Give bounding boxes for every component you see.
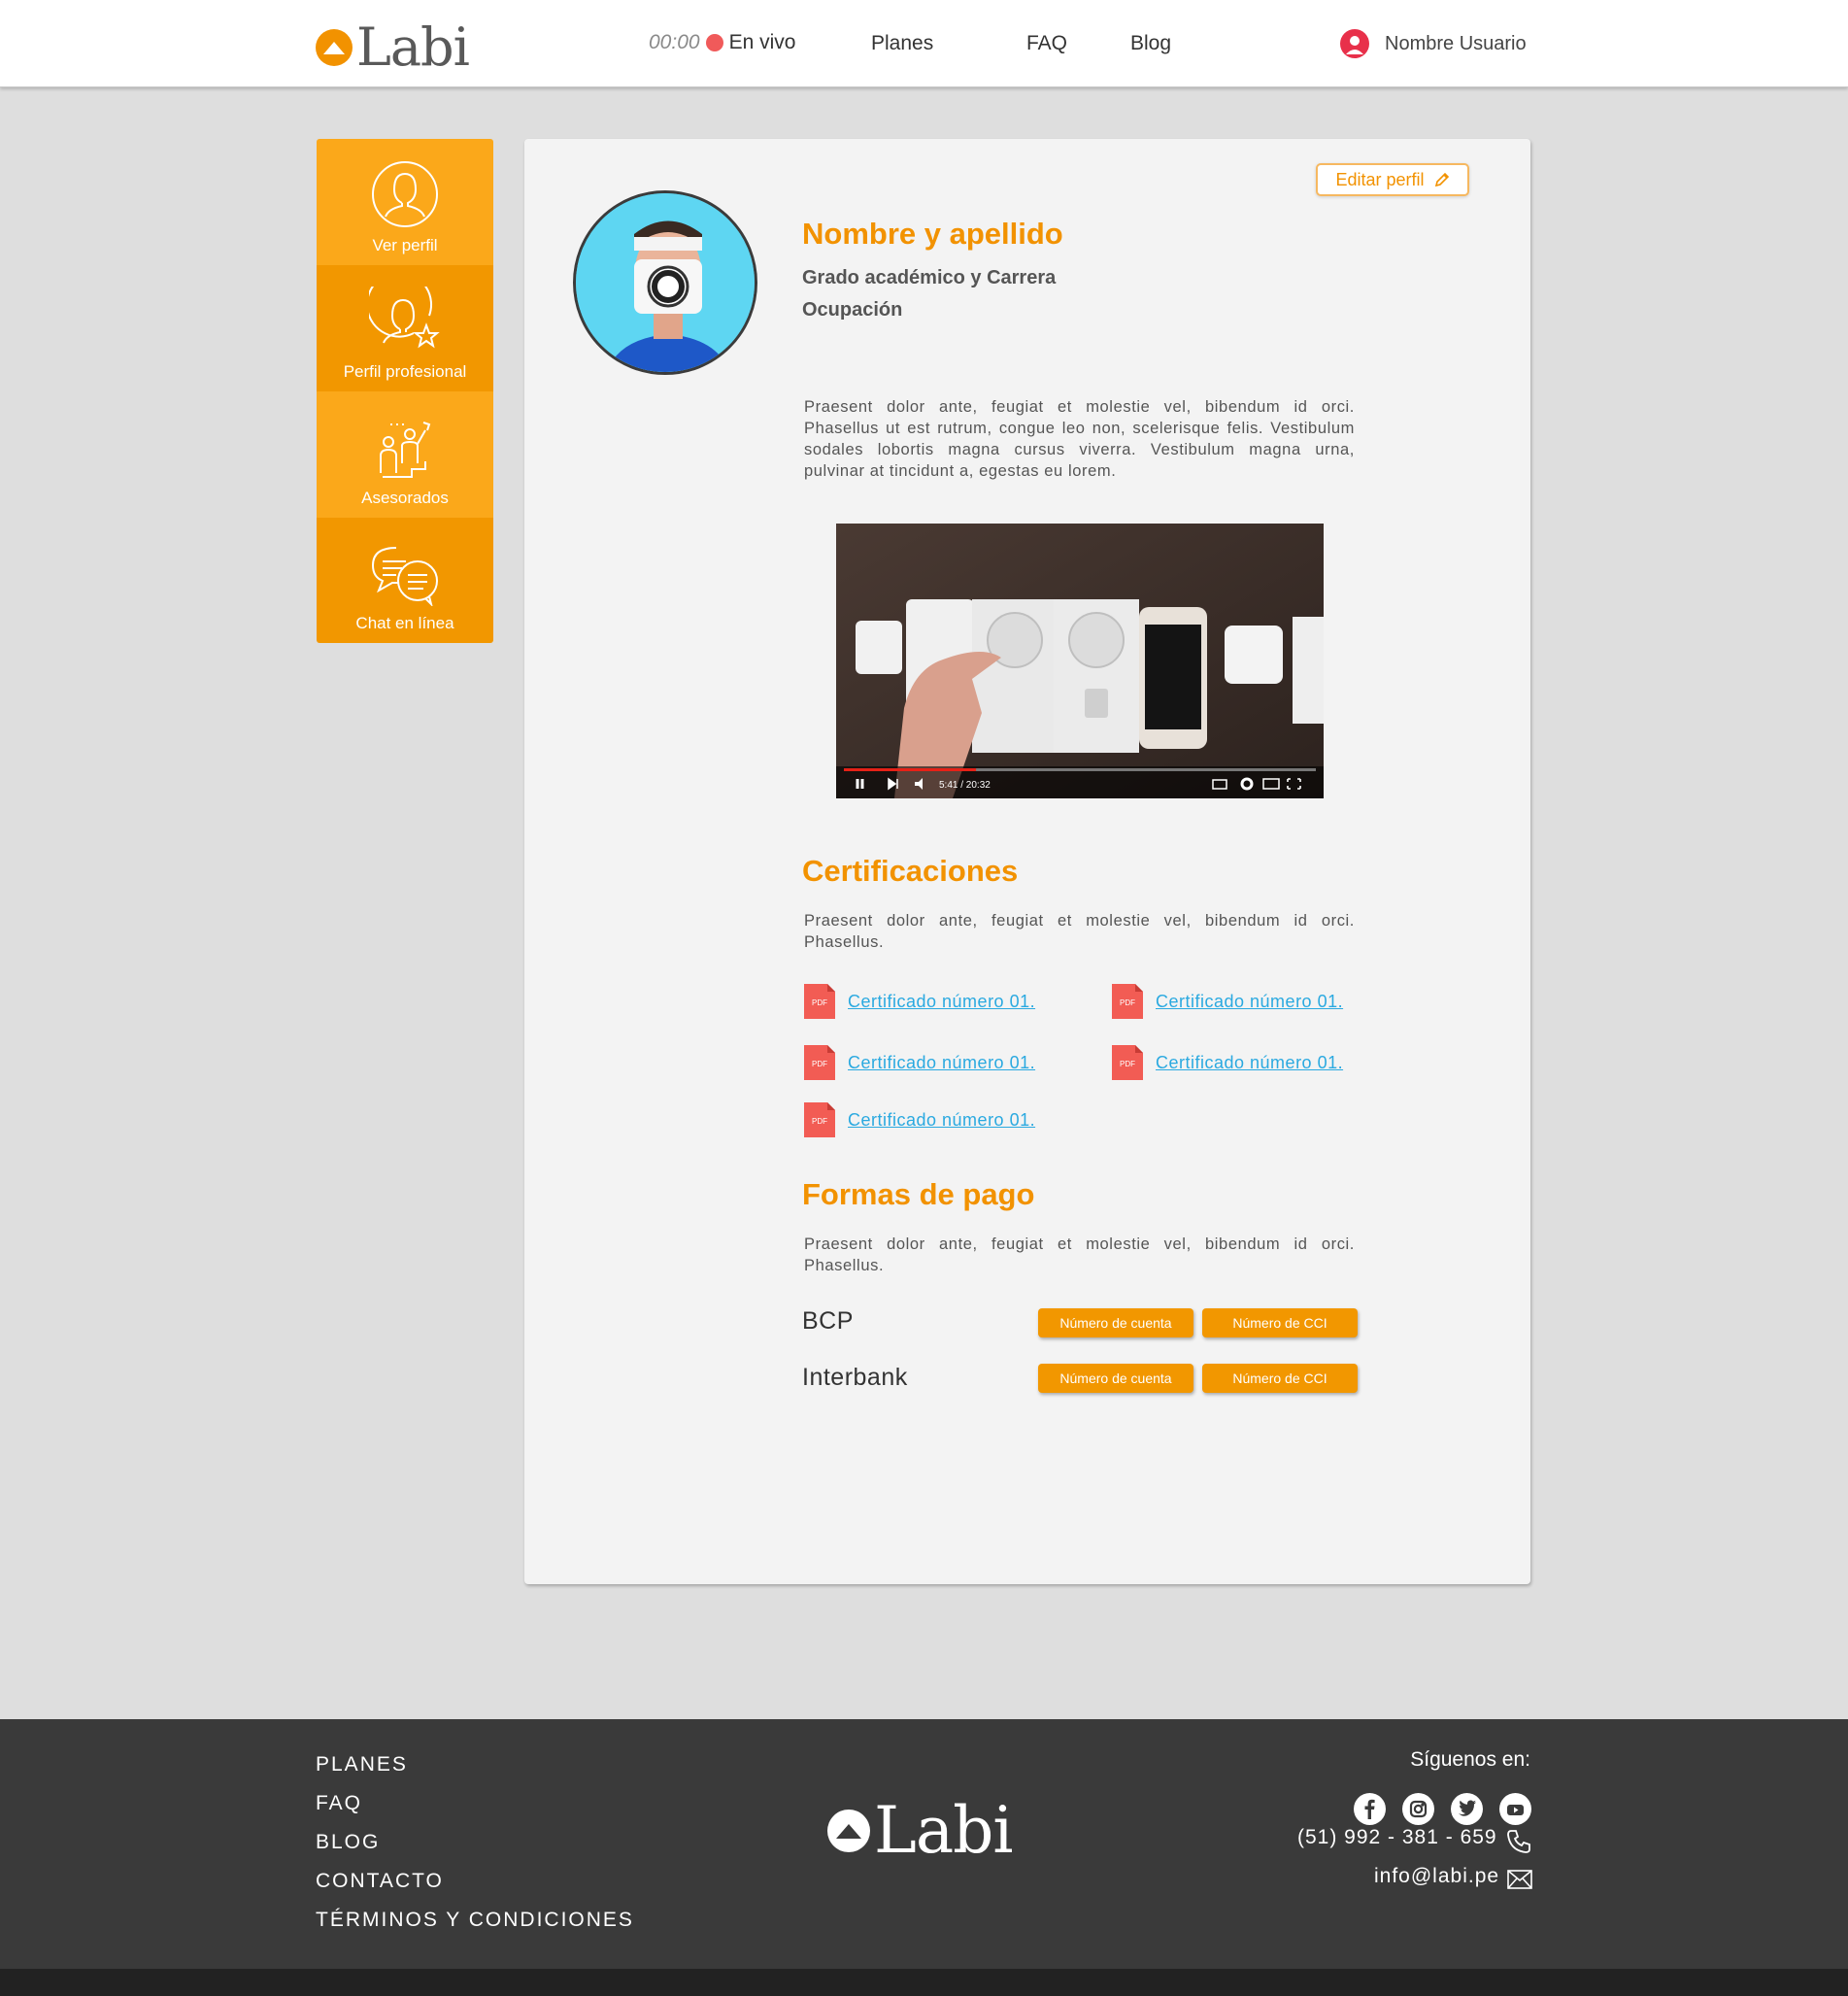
- bank-name-bcp: BCP: [802, 1307, 854, 1335]
- interbank-cci-button[interactable]: Número de CCI: [1202, 1364, 1358, 1393]
- instagram-icon[interactable]: [1402, 1793, 1434, 1825]
- sidebar-item-label: Asesorados: [361, 489, 449, 507]
- mentoring-icon: [380, 422, 431, 478]
- pdf-icon: PDF: [804, 1102, 835, 1137]
- user-menu[interactable]: Nombre Usuario: [1340, 29, 1527, 58]
- svg-text:PDF: PDF: [812, 1060, 827, 1068]
- certificate-link[interactable]: Certificado número 01.: [848, 992, 1035, 1012]
- certifications-title: Certificaciones: [802, 854, 1019, 888]
- sidebar-item-perfil-profesional[interactable]: Perfil profesional: [317, 265, 493, 391]
- nav-planes[interactable]: Planes: [871, 32, 933, 55]
- payments-text: Praesent dolor ante, feugiat et molestie…: [804, 1235, 1355, 1274]
- user-star-icon: [369, 287, 440, 349]
- user-avatar-icon: [1340, 29, 1369, 58]
- sidebar-item-label: Ver perfil: [372, 236, 438, 254]
- profile-occupation: Ocupación: [802, 299, 903, 321]
- pdf-icon: PDF: [1112, 984, 1143, 1019]
- sidebar-item-label: Chat en línea: [355, 614, 454, 632]
- sidebar-item-chat[interactable]: Chat en línea: [317, 518, 493, 643]
- profile-degree: Grado académico y Carrera: [802, 267, 1057, 288]
- certificate-link[interactable]: Certificado número 01.: [1156, 992, 1343, 1012]
- social-links: [1354, 1793, 1531, 1825]
- logo[interactable]: Labi: [316, 17, 470, 78]
- live-dot-icon: [705, 34, 723, 51]
- twitter-icon[interactable]: [1451, 1793, 1483, 1825]
- top-header: Labi 00:00 En vivo Planes FAQ Blog Nombr…: [0, 0, 1848, 87]
- footer-link-blog[interactable]: BLOG: [316, 1831, 380, 1854]
- pdf-icon: PDF: [804, 984, 835, 1019]
- live-label: En vivo: [728, 31, 796, 53]
- footer-logo[interactable]: Labi: [827, 1793, 1014, 1868]
- logo-mark-icon: [827, 1810, 870, 1852]
- logo-text: Labi: [356, 17, 470, 78]
- nav-blog[interactable]: Blog: [1130, 32, 1171, 55]
- video-progress[interactable]: [844, 768, 977, 771]
- certificate-item[interactable]: PDF Certificado número 01.: [1112, 984, 1343, 1019]
- pdf-icon: PDF: [804, 1045, 835, 1080]
- facebook-icon[interactable]: [1354, 1793, 1386, 1825]
- user-name: Nombre Usuario: [1385, 32, 1527, 54]
- certificate-item[interactable]: PDF Certificado número 01.: [804, 1045, 1035, 1080]
- pdf-icon: PDF: [1112, 1045, 1143, 1080]
- mail-icon: [1507, 1870, 1532, 1889]
- certificate-link[interactable]: Certificado número 01.: [848, 1110, 1035, 1131]
- nav-faq[interactable]: FAQ: [1026, 32, 1067, 55]
- certificate-link[interactable]: Certificado número 01.: [1156, 1053, 1343, 1073]
- certificate-link[interactable]: Certificado número 01.: [848, 1053, 1035, 1073]
- svg-text:PDF: PDF: [1120, 998, 1135, 1007]
- bcp-cci-button[interactable]: Número de CCI: [1202, 1308, 1358, 1337]
- footer-bottom-bar: [0, 1969, 1848, 1996]
- profile-photo[interactable]: [573, 190, 757, 375]
- video-player[interactable]: 5:41 / 20:32: [836, 524, 1324, 798]
- edit-profile-button[interactable]: Editar perfil: [1316, 163, 1469, 196]
- interbank-account-button[interactable]: Número de cuenta: [1038, 1364, 1193, 1393]
- chat-icon: [371, 547, 438, 606]
- follow-label: Síguenos en:: [1410, 1748, 1530, 1771]
- sidebar-item-asesorados[interactable]: Asesorados: [317, 391, 493, 518]
- youtube-icon[interactable]: [1499, 1793, 1531, 1825]
- profile-name: Nombre y apellido: [802, 217, 1063, 251]
- certificate-item[interactable]: PDF Certificado número 01.: [804, 1102, 1035, 1137]
- footer: PLANES FAQ BLOG CONTACTO TÉRMINOS Y COND…: [0, 1719, 1848, 1969]
- video-time: 5:41 / 20:32: [939, 780, 991, 791]
- bank-name-interbank: Interbank: [802, 1364, 908, 1391]
- footer-link-faq[interactable]: FAQ: [316, 1792, 362, 1815]
- live-indicator[interactable]: 00:00 En vivo: [649, 31, 795, 54]
- footer-link-terminos[interactable]: TÉRMINOS Y CONDICIONES: [316, 1909, 634, 1932]
- sidebar-item-ver-perfil[interactable]: Ver perfil: [317, 139, 493, 265]
- svg-text:PDF: PDF: [812, 1117, 827, 1126]
- svg-text:PDF: PDF: [812, 998, 827, 1007]
- profile-card: Editar perfil Nombre y apellido Grado ac…: [524, 139, 1530, 1584]
- logo-mark-icon: [316, 29, 353, 66]
- profile-bio: Praesent dolor ante, feugiat et molestie…: [804, 398, 1355, 480]
- certificate-item[interactable]: PDF Certificado número 01.: [804, 984, 1035, 1019]
- footer-phone[interactable]: (51) 992 - 381 - 659: [1297, 1826, 1497, 1849]
- certifications-text: Praesent dolor ante, feugiat et molestie…: [804, 912, 1355, 951]
- user-icon: [372, 161, 438, 227]
- footer-email[interactable]: info@labi.pe: [1374, 1865, 1499, 1888]
- sidebar-item-label: Perfil profesional: [343, 362, 467, 381]
- sidebar: Ver perfil Perfil profesional Asesorados: [317, 139, 493, 643]
- edit-profile-label: Editar perfil: [1335, 169, 1425, 189]
- footer-logo-text: Labi: [874, 1793, 1014, 1868]
- live-time: 00:00: [649, 31, 700, 53]
- footer-link-planes[interactable]: PLANES: [316, 1753, 408, 1776]
- svg-text:PDF: PDF: [1120, 1060, 1135, 1068]
- bcp-account-button[interactable]: Número de cuenta: [1038, 1308, 1193, 1337]
- phone-icon: [1507, 1830, 1530, 1853]
- certificate-item[interactable]: PDF Certificado número 01.: [1112, 1045, 1343, 1080]
- payments-title: Formas de pago: [802, 1177, 1035, 1211]
- footer-link-contacto[interactable]: CONTACTO: [316, 1870, 444, 1893]
- pencil-icon: [1434, 172, 1449, 187]
